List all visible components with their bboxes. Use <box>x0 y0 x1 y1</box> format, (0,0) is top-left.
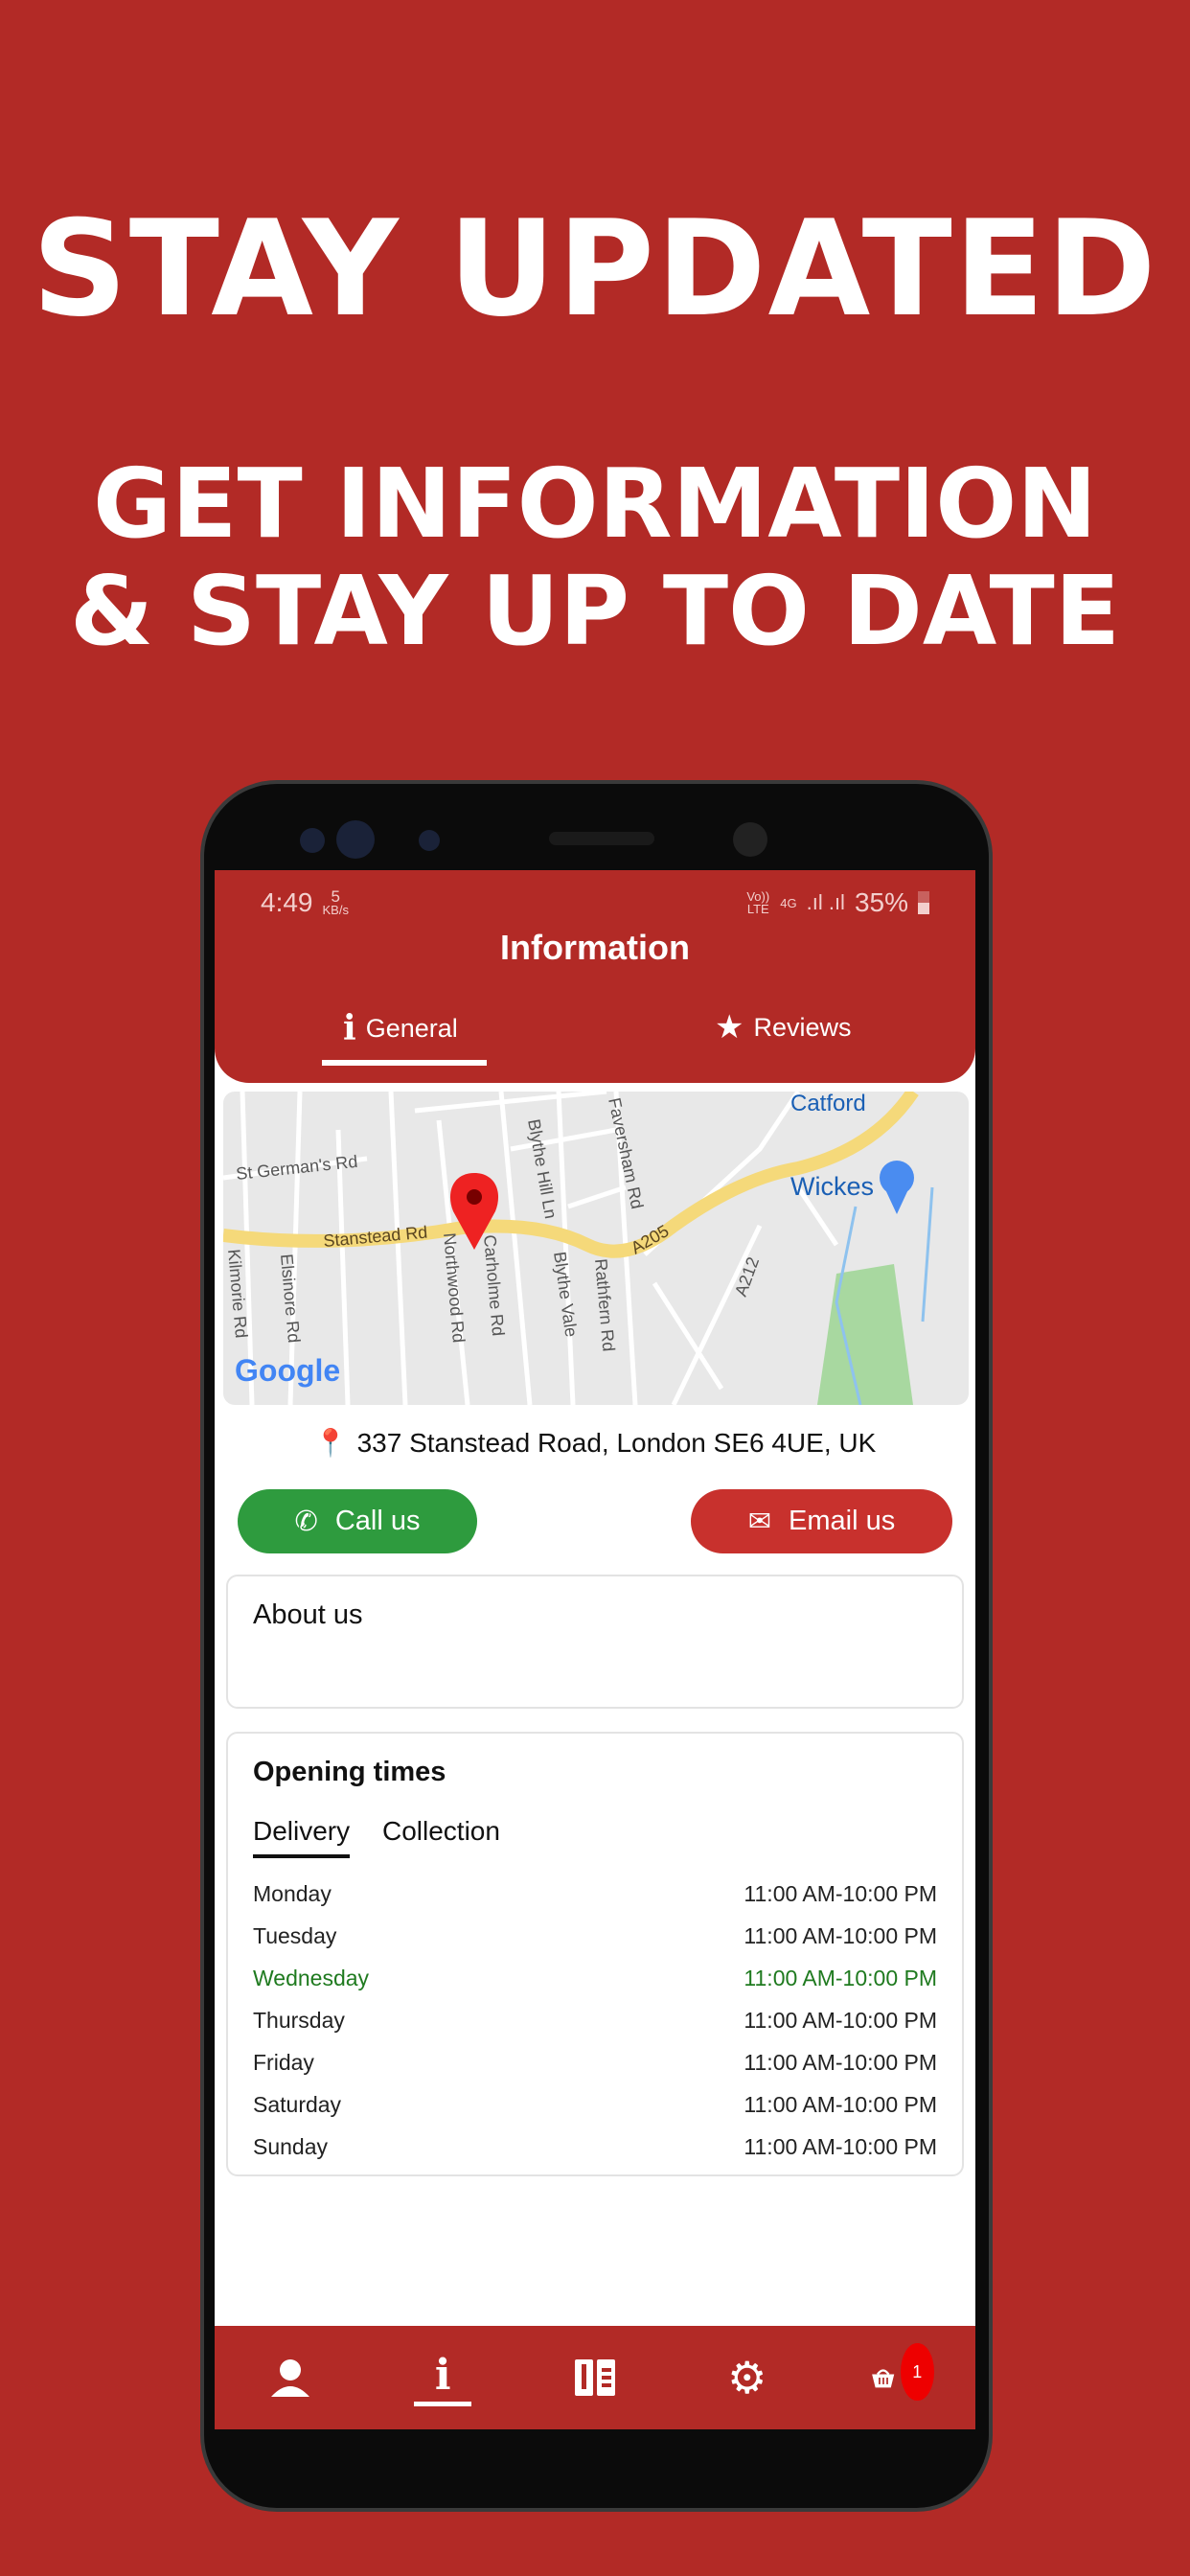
page-title: Information <box>500 928 690 967</box>
tab-collection[interactable]: Collection <box>382 1816 500 1847</box>
day: Monday <box>253 1881 332 1906</box>
info-icon[interactable]: i <box>414 2349 472 2406</box>
star-icon: ★ <box>715 1009 744 1046</box>
promo-subline-1: GET INFORMATION <box>93 448 1097 560</box>
tab-label: General <box>365 1013 458 1043</box>
status-bar: 4:49 5 KB/s Vo)) LTE 4G .ıl .ıl 35% <box>261 884 929 922</box>
promo-headline: STAY UPDATED <box>32 192 1158 346</box>
tab-delivery[interactable]: Delivery <box>253 1816 351 1858</box>
day: Saturday <box>253 2092 342 2117</box>
hours: 11:00 AM-10:00 PM <box>744 1923 937 1948</box>
app-screen: 4:49 5 KB/s Vo)) LTE 4G .ıl .ıl 35% Infor… <box>215 870 975 2429</box>
address-text: 337 Stanstead Road, London SE6 4UE, UK <box>356 1427 877 1458</box>
email-us-button[interactable]: ✉ Email us <box>691 1489 952 1553</box>
address: 📍 337 Stanstead Road, London SE6 4UE, UK <box>215 1427 975 1459</box>
promo-subline: GET INFORMATION & STAY UP TO DATE <box>0 450 1190 665</box>
opening-row: Wednesday 11:00 AM-10:00 PM <box>253 1966 937 1991</box>
clock: 4:49 <box>261 887 313 917</box>
day: Thursday <box>253 2008 345 2033</box>
opening-row: Sunday 11:00 AM-10:00 PM <box>253 2134 937 2160</box>
day: Wednesday <box>253 1966 370 1990</box>
cart-count-badge: 1 <box>900 2343 934 2401</box>
sensor <box>300 828 325 853</box>
location-pin-icon: 📍 <box>313 1428 348 1458</box>
map-label: Blythe Vale <box>550 1251 581 1339</box>
net-speed: 5 KB/s <box>322 888 349 917</box>
menu-book-icon[interactable] <box>566 2349 624 2406</box>
location-map[interactable]: St German's Rd Stanstead Rd A205 Blythe … <box>223 1092 969 1405</box>
app-header: 4:49 5 KB/s Vo)) LTE 4G .ıl .ıl 35% Infor… <box>215 870 975 1083</box>
settings-icon[interactable]: ⚙ <box>719 2349 776 2406</box>
map-label: Rathfern Rd <box>591 1258 618 1352</box>
map-label: Elsinore Rd <box>277 1254 304 1344</box>
iris-scanner <box>336 820 375 859</box>
tab-reviews[interactable]: ★ Reviews <box>715 1008 852 1046</box>
day: Friday <box>253 2050 314 2075</box>
opening-row: Saturday 11:00 AM-10:00 PM <box>253 2092 937 2118</box>
map-label: Blythe Hill Ln <box>524 1117 561 1220</box>
about-card: About us <box>226 1575 964 1709</box>
google-logo: Google <box>235 1353 340 1388</box>
email-icon: ✉ <box>747 1506 772 1537</box>
email-label: Email us <box>789 1506 896 1536</box>
map-label: Stanstead Rd <box>323 1223 428 1251</box>
call-label: Call us <box>334 1506 421 1536</box>
shopping-pin-icon <box>880 1161 914 1214</box>
hours: 11:00 AM-10:00 PM <box>744 2092 937 2117</box>
hours: 11:00 AM-10:00 PM <box>744 2134 937 2159</box>
phone-icon: ✆ <box>294 1506 318 1537</box>
hours: 11:00 AM-10:00 PM <box>744 1881 937 1906</box>
hours: 11:00 AM-10:00 PM <box>744 2008 937 2033</box>
hours: 11:00 AM-10:00 PM <box>744 2050 937 2075</box>
opening-row: Monday 11:00 AM-10:00 PM <box>253 1881 937 1907</box>
opening-row: Friday 11:00 AM-10:00 PM <box>253 2050 937 2076</box>
info-icon: i <box>343 1008 356 1048</box>
opening-row: Tuesday 11:00 AM-10:00 PM <box>253 1923 937 1949</box>
active-tab-indicator <box>322 1060 487 1066</box>
front-camera <box>733 822 767 857</box>
tab-label: Reviews <box>753 1012 852 1042</box>
battery-icon <box>918 891 929 914</box>
opening-title: Opening times <box>253 1757 446 1787</box>
network-indicator: 4G <box>780 895 797 910</box>
day: Sunday <box>253 2134 329 2159</box>
call-us-button[interactable]: ✆ Call us <box>238 1489 477 1553</box>
speed-unit: KB/s <box>322 902 349 917</box>
map-label: A212 <box>731 1254 763 1299</box>
map-label: Carholme Rd <box>480 1234 508 1337</box>
user-icon[interactable] <box>262 2349 319 2406</box>
hours: 11:00 AM-10:00 PM <box>744 1966 937 1990</box>
opening-times-card: Opening times Delivery Collection Monday… <box>226 1732 964 2176</box>
sensor <box>419 830 440 851</box>
map-label: Wickes <box>790 1172 874 1201</box>
speaker <box>549 832 654 845</box>
map-label: Northwood Rd <box>440 1232 469 1344</box>
promo-subline-2: & STAY UP TO DATE <box>69 555 1121 667</box>
opening-row: Thursday 11:00 AM-10:00 PM <box>253 2008 937 2034</box>
about-title: About us <box>253 1599 363 1630</box>
signal-icon: .ıl .ıl <box>806 890 845 914</box>
map-label: Catford <box>790 1092 866 1116</box>
basket-icon[interactable]: 1 <box>871 2343 934 2406</box>
battery-level: 35% <box>854 887 908 917</box>
bottom-nav: i ⚙ 1 <box>215 2326 975 2429</box>
day: Tuesday <box>253 1923 337 1948</box>
volte-indicator: Vo)) LTE <box>746 889 770 916</box>
tab-general[interactable]: i General <box>343 1008 458 1048</box>
